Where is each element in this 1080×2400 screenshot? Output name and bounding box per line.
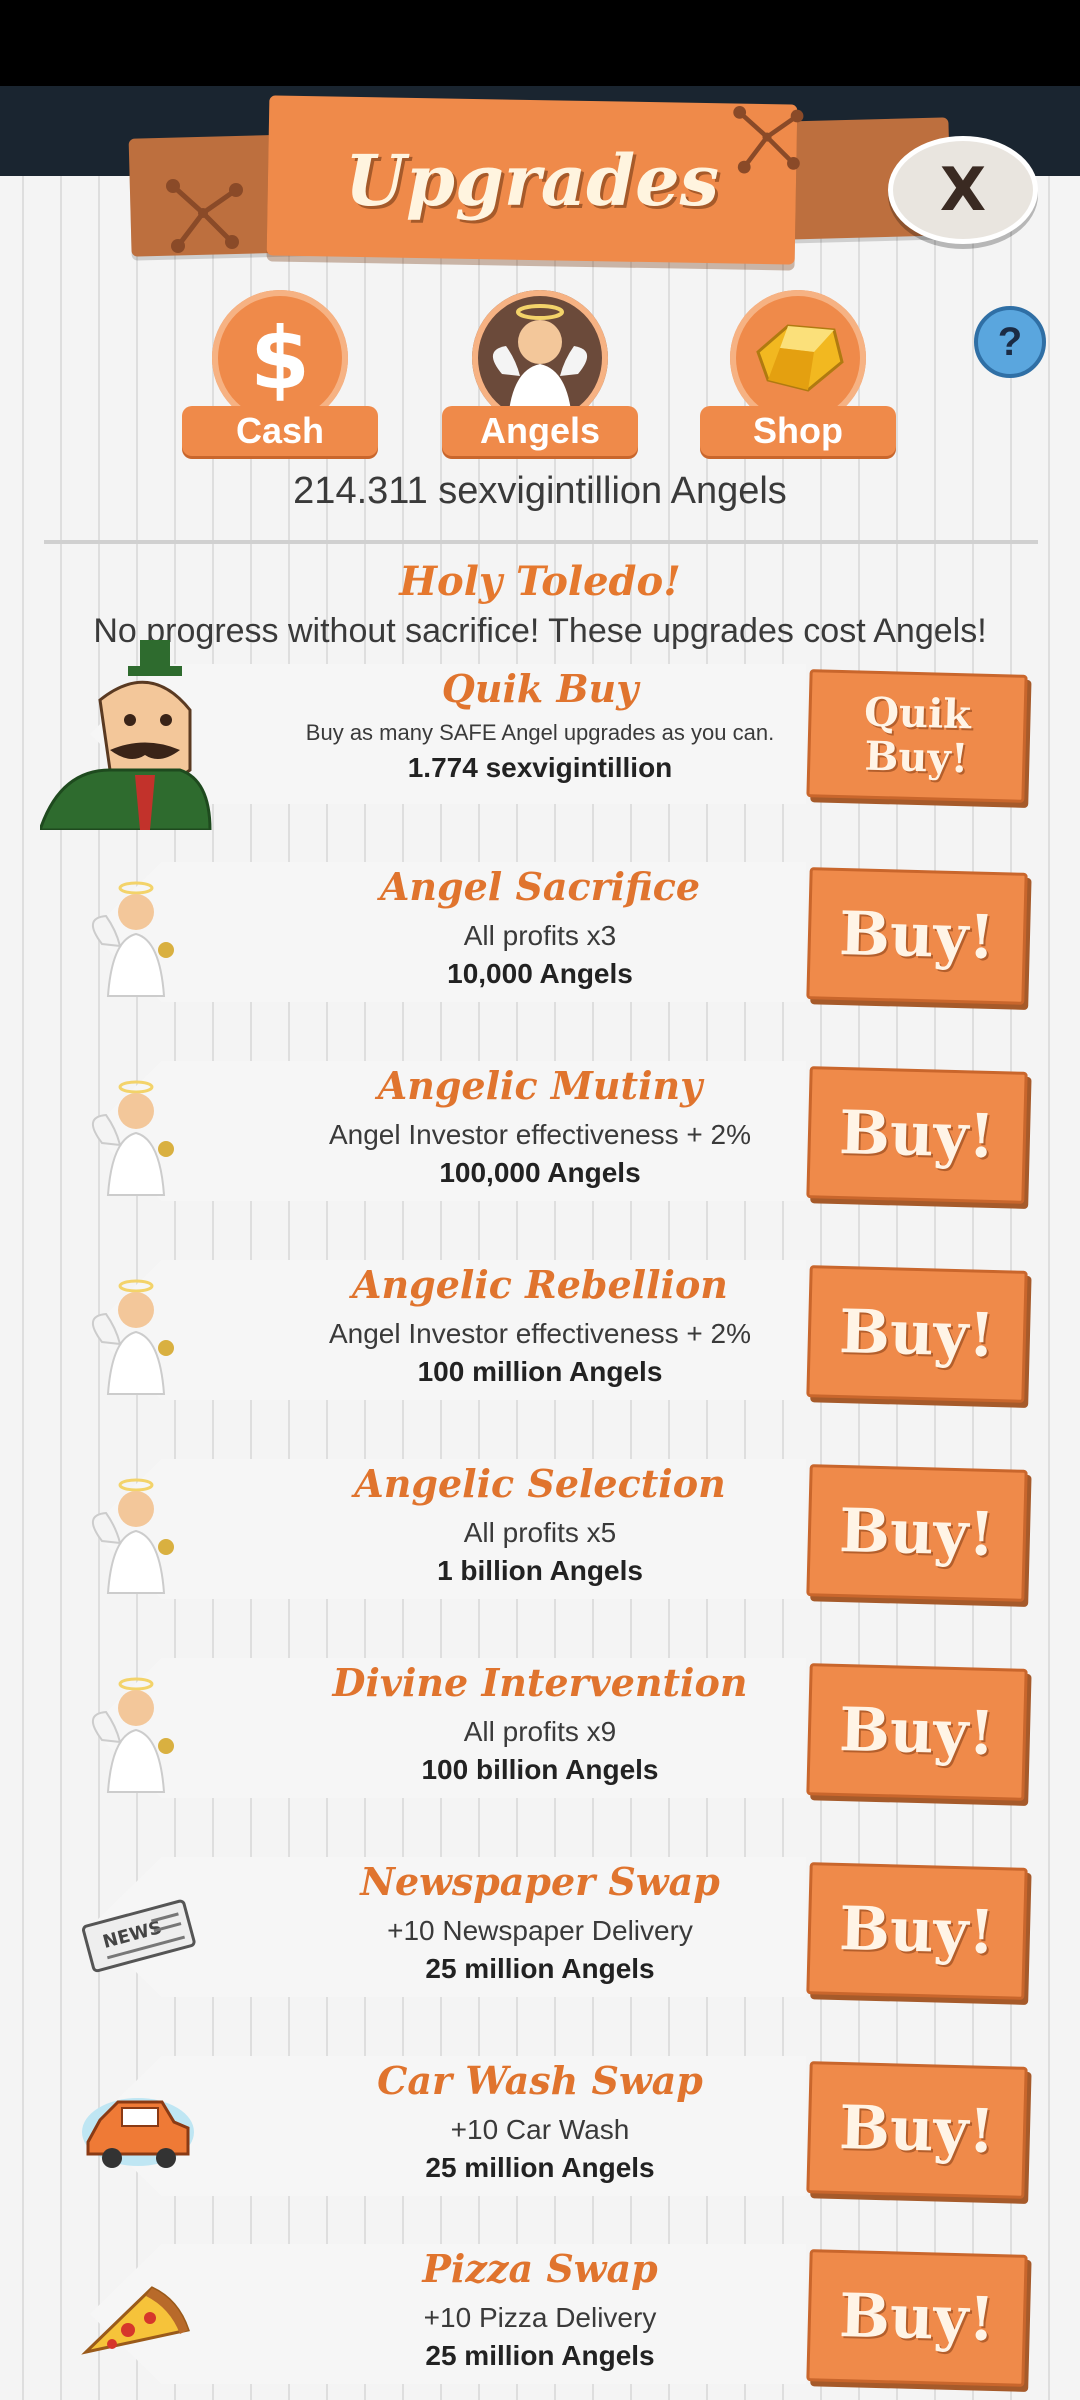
buy-button[interactable]: Buy! — [806, 1265, 1028, 1403]
upgrade-description: Angel Investor effectiveness + 2% — [328, 1119, 752, 1150]
upgrade-row: Angel Sacrifice All profits x3 10,000 An… — [0, 838, 1080, 1018]
upgrade-description: +10 Car Wash — [450, 2114, 630, 2145]
upgrade-name: Divine Intervention — [332, 1660, 748, 1705]
category-cash-button[interactable]: $ Cash — [182, 290, 378, 460]
sparkle-decoration-icon — [166, 179, 243, 253]
status-bar — [0, 0, 1080, 86]
upgrade-name: Pizza Swap — [422, 2246, 658, 2291]
svg-text:$: $ — [250, 309, 310, 409]
button-label: Quik — [863, 688, 972, 739]
upgrade-row: Angelic Selection All profits x5 1 billi… — [0, 1435, 1080, 1615]
upgrade-description: All profits x3 — [463, 920, 617, 951]
upgrade-description: All profits x5 — [463, 1517, 617, 1548]
angel-balance: 214.311 sexvigintillion Angels — [293, 470, 787, 512]
divider — [44, 540, 1038, 544]
help-icon: ? — [997, 319, 1023, 364]
sparkle-decoration-icon — [733, 106, 804, 174]
help-button[interactable]: ? — [974, 306, 1046, 378]
upgrade-name: Newspaper Swap — [360, 1859, 720, 1904]
upgrade-cost: 25 million Angels — [425, 2152, 655, 2183]
upgrade-cost: 1.774 sexvigintillion — [407, 752, 673, 783]
pizza-icon — [81, 2286, 190, 2355]
category-label: Angels — [442, 406, 638, 456]
buy-button[interactable]: Buy! — [806, 867, 1028, 1005]
upgrade-cost: 100 million Angels — [417, 1356, 663, 1387]
close-button[interactable]: X — [888, 136, 1038, 244]
mustache-man-icon — [40, 640, 212, 830]
car-icon — [82, 2098, 194, 2168]
upgrade-cost: 25 million Angels — [425, 1953, 655, 1984]
category-label: Shop — [700, 406, 896, 456]
angel-icon — [92, 1478, 174, 1594]
quik-buy-button[interactable]: Quik Buy! — [806, 669, 1028, 803]
upgrade-row: Pizza Swap +10 Pizza Delivery 25 million… — [0, 2220, 1080, 2400]
button-label: Buy! — [863, 732, 969, 783]
upgrade-name: Angelic Mutiny — [377, 1063, 703, 1108]
upgrade-name: Angelic Selection — [354, 1461, 726, 1506]
upgrade-row: NEWS Newspaper Swap +10 Newspaper Delive… — [0, 1833, 1080, 2013]
upgrade-description: Buy as many SAFE Angel upgrades as you c… — [305, 720, 775, 745]
upgrade-description: Angel Investor effectiveness + 2% — [328, 1318, 752, 1349]
upgrade-row: Angelic Rebellion Angel Investor effecti… — [0, 1236, 1080, 1416]
intro-heading: Holy Toledo! — [399, 558, 681, 605]
newspaper-icon: NEWS — [81, 1899, 196, 1973]
upgrade-description: +10 Newspaper Delivery — [387, 1915, 693, 1946]
upgrade-cost: 1 billion Angels — [437, 1555, 643, 1586]
upgrade-cost: 100,000 Angels — [439, 1157, 641, 1188]
angel-icon — [92, 881, 174, 997]
buy-button[interactable]: Buy! — [806, 1464, 1028, 1602]
angel-icon — [92, 1279, 174, 1395]
category-label: Cash — [182, 406, 378, 456]
page-title: Upgrades — [344, 138, 720, 222]
buy-button[interactable]: Buy! — [806, 2061, 1028, 2199]
angel-icon — [92, 1080, 174, 1196]
upgrade-name: Angel Sacrifice — [379, 864, 701, 909]
angel-icon — [92, 1677, 174, 1793]
upgrade-row: Angelic Mutiny Angel Investor effectiven… — [0, 1037, 1080, 1217]
upgrade-row: Divine Intervention All profits x9 100 b… — [0, 1634, 1080, 1814]
buy-button[interactable]: Buy! — [806, 1862, 1028, 2000]
buy-button[interactable]: Buy! — [806, 2249, 1028, 2387]
upgrade-cost: 100 billion Angels — [421, 1754, 659, 1785]
buy-button[interactable]: Buy! — [806, 1066, 1028, 1204]
upgrade-name: Angelic Rebellion — [352, 1262, 728, 1307]
upgrade-description: All profits x9 — [463, 1716, 617, 1747]
close-icon: X — [939, 155, 987, 225]
upgrade-cost: 10,000 Angels — [447, 958, 633, 989]
upgrade-row: Car Wash Swap +10 Car Wash 25 million An… — [0, 2032, 1080, 2212]
upgrade-name: Quik Buy — [441, 666, 639, 711]
upgrade-cost: 25 million Angels — [425, 2340, 655, 2371]
upgrade-name: Car Wash Swap — [377, 2058, 703, 2103]
category-angels-button[interactable]: Angels — [442, 290, 638, 460]
category-shop-button[interactable]: Shop — [700, 290, 896, 460]
upgrade-description: +10 Pizza Delivery — [423, 2302, 657, 2333]
buy-button[interactable]: Buy! — [806, 1663, 1028, 1801]
